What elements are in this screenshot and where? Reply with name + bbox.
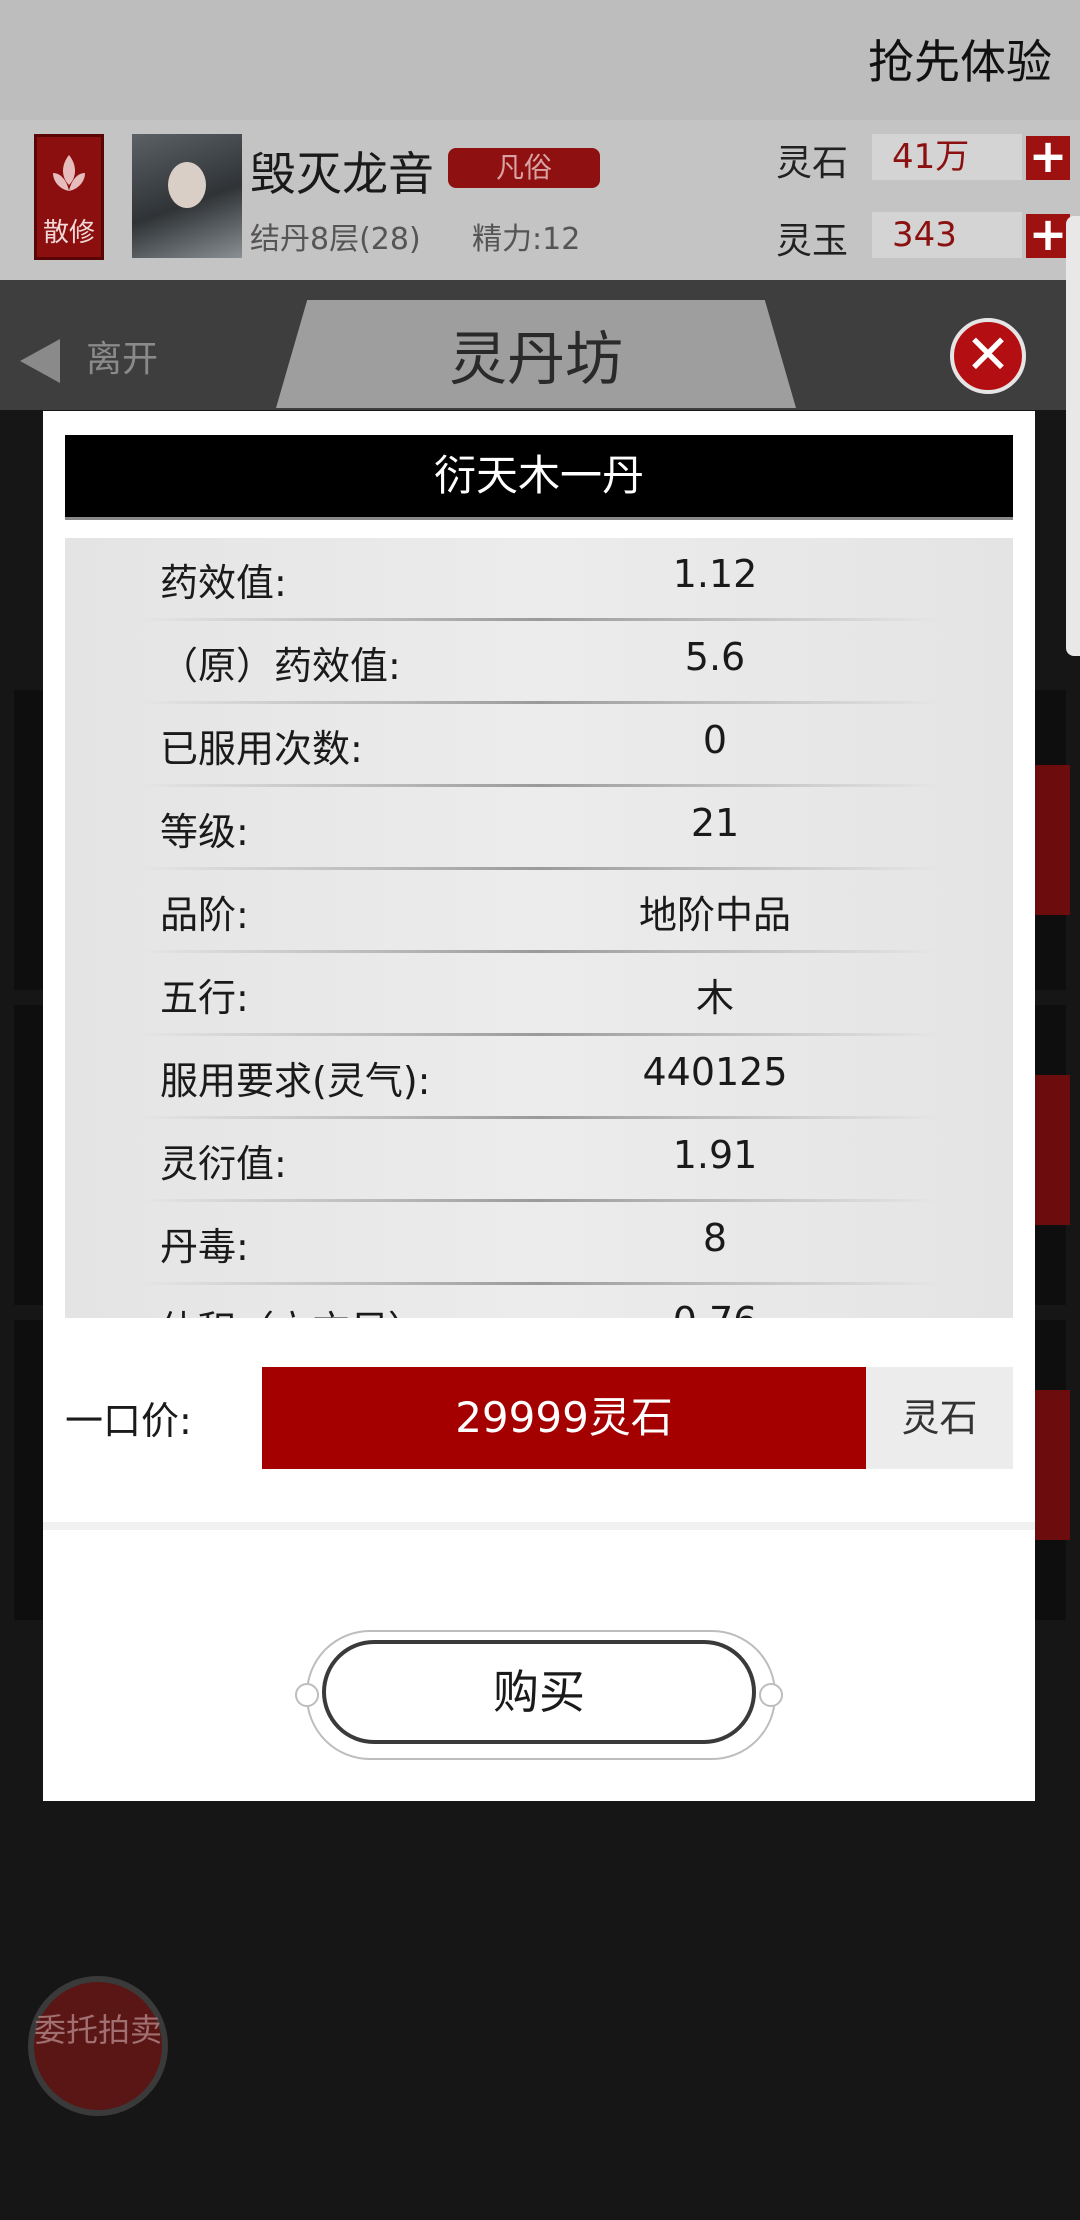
divider: [43, 1522, 1035, 1530]
list-item-action[interactable]: [1030, 1390, 1070, 1540]
plus-icon: +: [1028, 129, 1068, 183]
energy-value: 精力:12: [472, 222, 581, 257]
property-label: 等级:: [160, 810, 249, 854]
consign-auction-label: 委托拍卖: [34, 2011, 163, 2049]
property-label: （原）药效值:: [160, 644, 401, 688]
list-item-action[interactable]: [1030, 765, 1070, 915]
property-value: 5.6: [684, 635, 746, 679]
side-scroll-handle[interactable]: [1066, 216, 1080, 656]
property-row: 灵衍值: 1.91: [65, 1119, 1013, 1202]
lotus-icon: [53, 155, 85, 191]
list-item-action[interactable]: [1030, 1075, 1070, 1225]
plus-icon: +: [1028, 207, 1068, 261]
currency-selector[interactable]: 灵石: [866, 1367, 1013, 1469]
property-value: 0.76: [485, 1299, 945, 1318]
close-button[interactable]: ✕: [950, 318, 1026, 394]
property-label: 体积（立方尺）:: [160, 1299, 439, 1318]
back-arrow-icon: [20, 339, 60, 383]
property-label: 灵衍值:: [160, 1142, 287, 1186]
property-label: 丹毒:: [160, 1225, 249, 1269]
sect-label: 散修: [42, 218, 95, 248]
consign-auction-button[interactable]: 委托拍卖: [28, 1976, 168, 2116]
property-value: 木: [695, 976, 734, 1020]
shop-title: 灵丹坊: [448, 325, 623, 393]
leave-button[interactable]: 离开: [20, 330, 158, 383]
currency-label-lingshi: 灵石: [776, 143, 849, 184]
property-row: 体积（立方尺）: 0.76: [65, 1285, 1013, 1318]
player-name: 毁灭龙音: [250, 147, 434, 201]
currency-label-lingyu: 灵玉: [776, 221, 849, 262]
add-lingyu-button[interactable]: +: [1026, 211, 1070, 258]
close-icon: ✕: [965, 323, 1011, 386]
property-value: 地阶中品: [638, 893, 791, 937]
buy-frame-knob: [759, 1683, 783, 1707]
property-row: 已服用次数: 0: [65, 704, 1013, 787]
price-label: 一口价:: [65, 1399, 192, 1443]
add-lingshi-button[interactable]: +: [1026, 133, 1070, 180]
property-label: 药效值:: [160, 561, 287, 605]
cultivation-level: 结丹8层(28): [250, 222, 421, 257]
property-value: 1.12: [672, 552, 758, 596]
property-label: 已服用次数:: [160, 727, 363, 771]
property-row: 药效值: 1.12: [65, 538, 1013, 621]
currency-value-lingshi: 41万: [872, 134, 1022, 180]
property-value: 0: [702, 718, 728, 762]
property-list[interactable]: 药效值: 1.12 （原）药效值: 5.6 已服用次数: 0 等级: 21 品阶…: [65, 538, 1013, 1318]
item-title: 衍天木一丹: [65, 435, 1013, 520]
price-value: 29999灵石: [262, 1367, 866, 1469]
property-value: 8: [702, 1216, 728, 1260]
property-label: 品阶:: [160, 893, 249, 937]
property-label: 五行:: [160, 976, 249, 1020]
buy-frame-knob: [295, 1683, 319, 1707]
currency-value-lingyu: 343: [872, 212, 1022, 258]
property-row: 丹毒: 8: [65, 1202, 1013, 1285]
property-label: 服用要求(灵气):: [160, 1059, 431, 1103]
sect-badge[interactable]: 散修: [34, 134, 104, 260]
property-row: （原）药效值: 5.6: [65, 621, 1013, 704]
property-row: 五行: 木: [65, 953, 1013, 1036]
leave-label: 离开: [86, 339, 159, 380]
rank-badge: 凡俗: [448, 148, 600, 188]
property-value: 1.91: [672, 1133, 758, 1177]
early-access-label[interactable]: 抢先体验: [868, 26, 1052, 92]
property-row: 服用要求(灵气): 440125: [65, 1036, 1013, 1119]
buy-button[interactable]: 购买: [322, 1640, 756, 1744]
avatar[interactable]: [132, 134, 242, 258]
property-row: 等级: 21: [65, 787, 1013, 870]
property-value: 440125: [642, 1050, 788, 1094]
property-row: 品阶: 地阶中品: [65, 870, 1013, 953]
property-value: 21: [690, 801, 740, 845]
